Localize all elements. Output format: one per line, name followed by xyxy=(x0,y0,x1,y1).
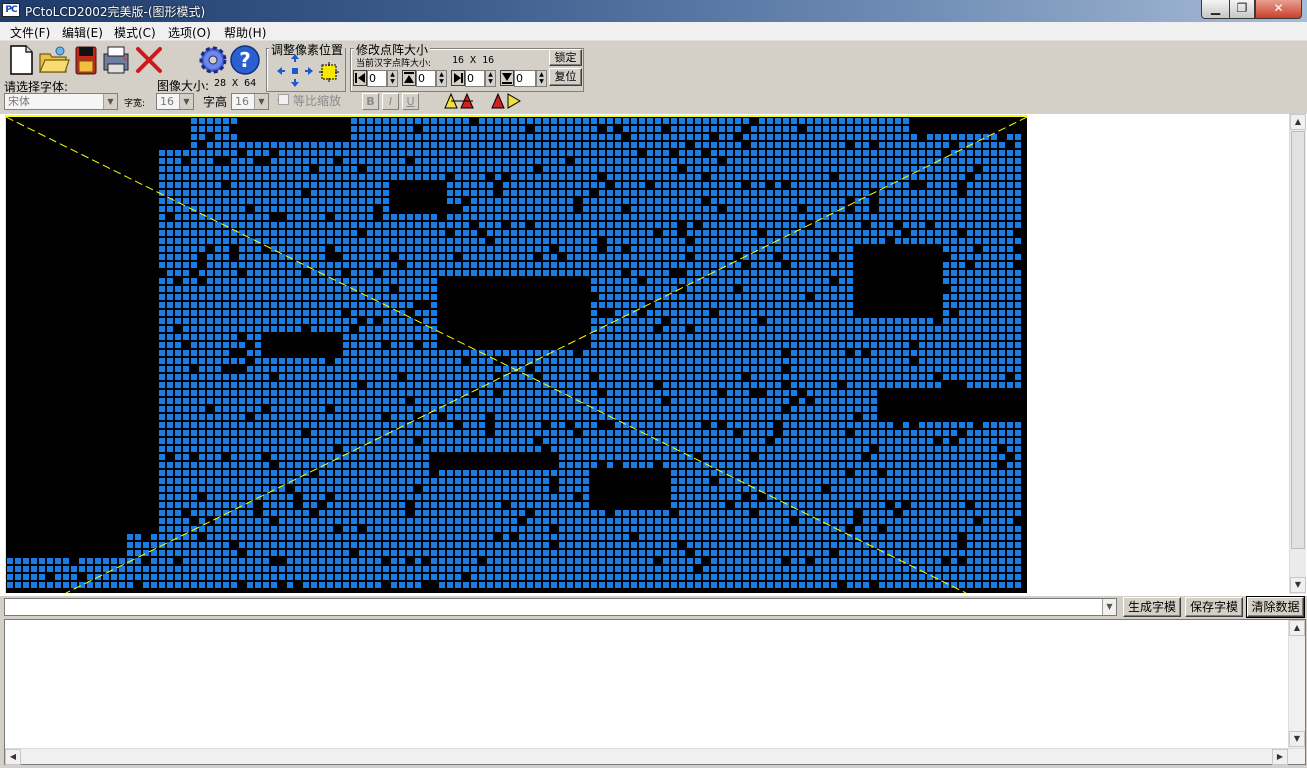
chevron-down-icon[interactable]: ▼ xyxy=(254,94,268,109)
font-select-value: 宋体 xyxy=(8,95,30,108)
title-bar: PC PCtoLCD2002完美版-(图形模式) ▁ ❐ ✕ xyxy=(0,0,1307,22)
flip-vertical-icon[interactable] xyxy=(490,92,526,110)
open-folder-icon[interactable] xyxy=(38,44,70,76)
char-height-select[interactable]: 16 ▼ xyxy=(231,93,269,110)
scroll-right-icon[interactable]: ▶ xyxy=(1272,749,1288,765)
toolbar: ? 图像大小: 28 X 64 请选择字体: 调整像素位置 修改点阵大小 当前汉… xyxy=(0,41,1307,114)
shift-left-spin[interactable]: ▲ ▼ xyxy=(387,70,398,87)
adjust-pixel-label: 调整像素位置 xyxy=(269,41,345,58)
canvas-vertical-scrollbar[interactable]: ▲ ▼ xyxy=(1289,114,1306,594)
app-icon: PC xyxy=(2,3,20,17)
move-left-icon[interactable] xyxy=(276,66,286,76)
shift-down-icon[interactable] xyxy=(500,70,514,86)
move-right-icon[interactable] xyxy=(304,66,314,76)
shift-right-icon[interactable] xyxy=(451,70,465,86)
proportional-checkbox[interactable] xyxy=(278,94,289,105)
char-height-label: 字高 xyxy=(203,95,228,109)
generate-font-button[interactable]: 生成字模 xyxy=(1123,597,1181,617)
output-vertical-scrollbar[interactable]: ▲ ▼ xyxy=(1288,620,1305,748)
guide-diagonal-line xyxy=(6,117,967,593)
menu-bar: 文件(F) 编辑(E) 模式(C) 选项(O) 帮助(H) xyxy=(0,22,1307,41)
menu-help[interactable]: 帮助(H) xyxy=(224,24,266,41)
maximize-button[interactable]: ❐ xyxy=(1229,0,1255,19)
window-title: PCtoLCD2002完美版-(图形模式) xyxy=(25,5,206,19)
current-size-value: 16 X 16 xyxy=(452,55,495,66)
shift-right-input[interactable]: 0 xyxy=(465,70,485,87)
shift-down-spin[interactable]: ▲ ▼ xyxy=(536,70,547,87)
char-width-value: 16 xyxy=(160,95,174,108)
scroll-down-icon[interactable]: ▼ xyxy=(1290,577,1306,593)
scroll-down-icon[interactable]: ▼ xyxy=(1289,731,1305,747)
save-icon[interactable] xyxy=(70,44,102,76)
pixel-grid[interactable] xyxy=(6,117,1027,593)
shift-up-icon[interactable] xyxy=(402,70,416,86)
reset-button[interactable]: 复位 xyxy=(549,68,582,86)
proportional-label: 等比缩放 xyxy=(293,94,342,108)
move-down-icon[interactable] xyxy=(290,78,300,88)
menu-options[interactable]: 选项(O) xyxy=(168,24,211,41)
char-width-select[interactable]: 16 ▼ xyxy=(156,93,194,110)
shift-right-spin[interactable]: ▲ ▼ xyxy=(485,70,496,87)
bottom-bar: ▼ 生成字模 保存字模 清除数据 xyxy=(0,596,1307,618)
chevron-down-icon[interactable]: ▼ xyxy=(1102,599,1116,615)
print-icon[interactable] xyxy=(101,44,133,76)
scroll-left-icon[interactable]: ◀ xyxy=(5,749,21,765)
shift-down-input[interactable]: 0 xyxy=(514,70,536,87)
save-font-button[interactable]: 保存字模 xyxy=(1185,597,1243,617)
chevron-down-icon[interactable]: ▼ xyxy=(103,94,117,109)
shift-left-icon[interactable] xyxy=(353,70,367,86)
menu-edit[interactable]: 编辑(E) xyxy=(62,24,103,41)
italic-button[interactable]: I xyxy=(382,93,399,110)
font-select[interactable]: 宋体 ▼ xyxy=(4,93,118,110)
minimize-button[interactable]: ▁ xyxy=(1201,0,1230,19)
menu-mode[interactable]: 模式(C) xyxy=(114,24,156,41)
data-format-select[interactable]: ▼ xyxy=(4,598,1117,616)
image-size-value: 28 X 64 xyxy=(214,78,257,89)
char-height-value: 16 xyxy=(235,95,249,108)
new-file-icon[interactable] xyxy=(5,44,37,76)
shift-up-spin[interactable]: ▲ ▼ xyxy=(436,70,447,87)
lock-button[interactable]: 锁定 xyxy=(549,49,582,66)
underline-button[interactable]: U xyxy=(402,93,419,110)
help-icon[interactable]: ? xyxy=(229,44,261,76)
char-width-label: 字宽: xyxy=(124,99,146,109)
scroll-up-icon[interactable]: ▲ xyxy=(1290,114,1306,130)
shift-left-input[interactable]: 0 xyxy=(367,70,387,87)
menu-file[interactable]: 文件(F) xyxy=(10,24,50,41)
dot-matrix-canvas-area: ▲ ▼ xyxy=(0,114,1307,596)
bold-button[interactable]: B xyxy=(362,93,379,110)
current-size-label: 当前汉字点阵大小: xyxy=(356,59,432,69)
fit-center-icon[interactable] xyxy=(319,62,339,82)
chevron-down-icon[interactable]: ▼ xyxy=(179,94,193,109)
delete-icon[interactable] xyxy=(133,44,165,76)
close-button[interactable]: ✕ xyxy=(1255,0,1302,19)
clear-data-button[interactable]: 清除数据 xyxy=(1246,596,1305,618)
svg-text:?: ? xyxy=(239,48,251,72)
dot-matrix-editor[interactable] xyxy=(5,115,1027,593)
shift-up-input[interactable]: 0 xyxy=(416,70,436,87)
settings-gear-icon[interactable] xyxy=(197,44,229,76)
image-size-label: 图像大小: xyxy=(157,79,210,93)
output-textarea[interactable]: ▲ ▼ ◀ ▶ xyxy=(4,619,1306,765)
scroll-up-icon[interactable]: ▲ xyxy=(1289,620,1305,636)
output-horizontal-scrollbar[interactable]: ◀ ▶ xyxy=(5,748,1305,765)
flip-horizontal-icon[interactable] xyxy=(443,92,479,110)
move-up-icon[interactable] xyxy=(290,53,300,63)
center-icon[interactable] xyxy=(290,66,300,76)
scroll-thumb[interactable] xyxy=(1291,131,1305,549)
